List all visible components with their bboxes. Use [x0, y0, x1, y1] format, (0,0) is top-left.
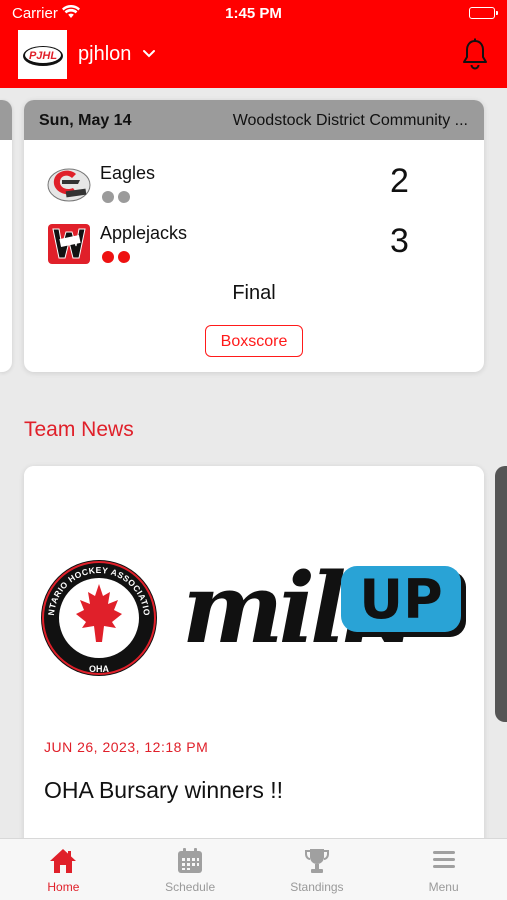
tab-label: Home [47, 880, 80, 894]
svg-text:OHA: OHA [89, 664, 110, 674]
team-score: 2 [390, 162, 409, 200]
game-date: Sun, May 14 [39, 112, 132, 129]
trophy-icon [304, 848, 330, 879]
team-score: 3 [390, 222, 409, 260]
tab-label: Schedule [165, 880, 216, 894]
menu-icon [432, 848, 456, 875]
news-card[interactable]: ONTARIO HOCKEY ASSOCIATION OHA milk UP J… [24, 466, 484, 866]
notifications-bell-icon[interactable] [461, 38, 489, 75]
svg-text:PJHL: PJHL [28, 50, 56, 62]
home-icon [49, 848, 77, 879]
org-selector-label[interactable]: pjhlon [78, 43, 131, 66]
game-card[interactable]: Sun, May 14 Woodstock District Community… [24, 100, 484, 372]
team-name: Applejacks [100, 223, 188, 243]
tab-schedule[interactable]: Schedule [127, 839, 254, 900]
tab-label: Menu [428, 880, 459, 894]
applejacks-status-dots [102, 251, 130, 263]
team-news-heading: Team News [24, 418, 134, 441]
news-image: ONTARIO HOCKEY ASSOCIATION OHA milk UP [24, 466, 484, 721]
status-time: 1:45 PM [225, 5, 282, 22]
boxscore-button[interactable]: Boxscore [205, 325, 303, 357]
battery-icon [469, 7, 498, 19]
svg-text:UP: UP [359, 568, 442, 631]
news-title[interactable]: OHA Bursary winners !! [44, 777, 283, 804]
previous-game-card[interactable] [0, 100, 12, 372]
eagles-status-dots [102, 191, 130, 203]
away-team-row: Eagles 2 [24, 160, 484, 208]
news-date: JUN 26, 2023, 12:18 PM [44, 739, 209, 755]
next-news-card[interactable] [495, 466, 507, 722]
tab-home[interactable]: Home [0, 839, 127, 900]
game-venue: Woodstock District Community ... [232, 112, 468, 129]
tab-bar: Home Schedule Standings Menu [0, 838, 507, 900]
league-logo[interactable]: PJHL [18, 30, 67, 79]
home-team-row: Applejacks 3 [24, 220, 484, 268]
tab-label: Standings [290, 880, 344, 894]
tab-standings[interactable]: Standings [254, 839, 381, 900]
chevron-down-icon[interactable] [142, 46, 156, 64]
app-header: Carrier 1:45 PM PJHL pjhlon [0, 0, 507, 88]
status-bar: Carrier 1:45 PM [0, 0, 507, 28]
calendar-icon [177, 848, 203, 879]
game-card-header: Sun, May 14 Woodstock District Community… [24, 100, 484, 140]
game-status: Final [232, 282, 276, 304]
tab-menu[interactable]: Menu [380, 839, 507, 900]
team-name: Eagles [100, 163, 156, 183]
applejacks-logo-icon [46, 222, 92, 266]
eagles-logo-icon [46, 162, 92, 206]
